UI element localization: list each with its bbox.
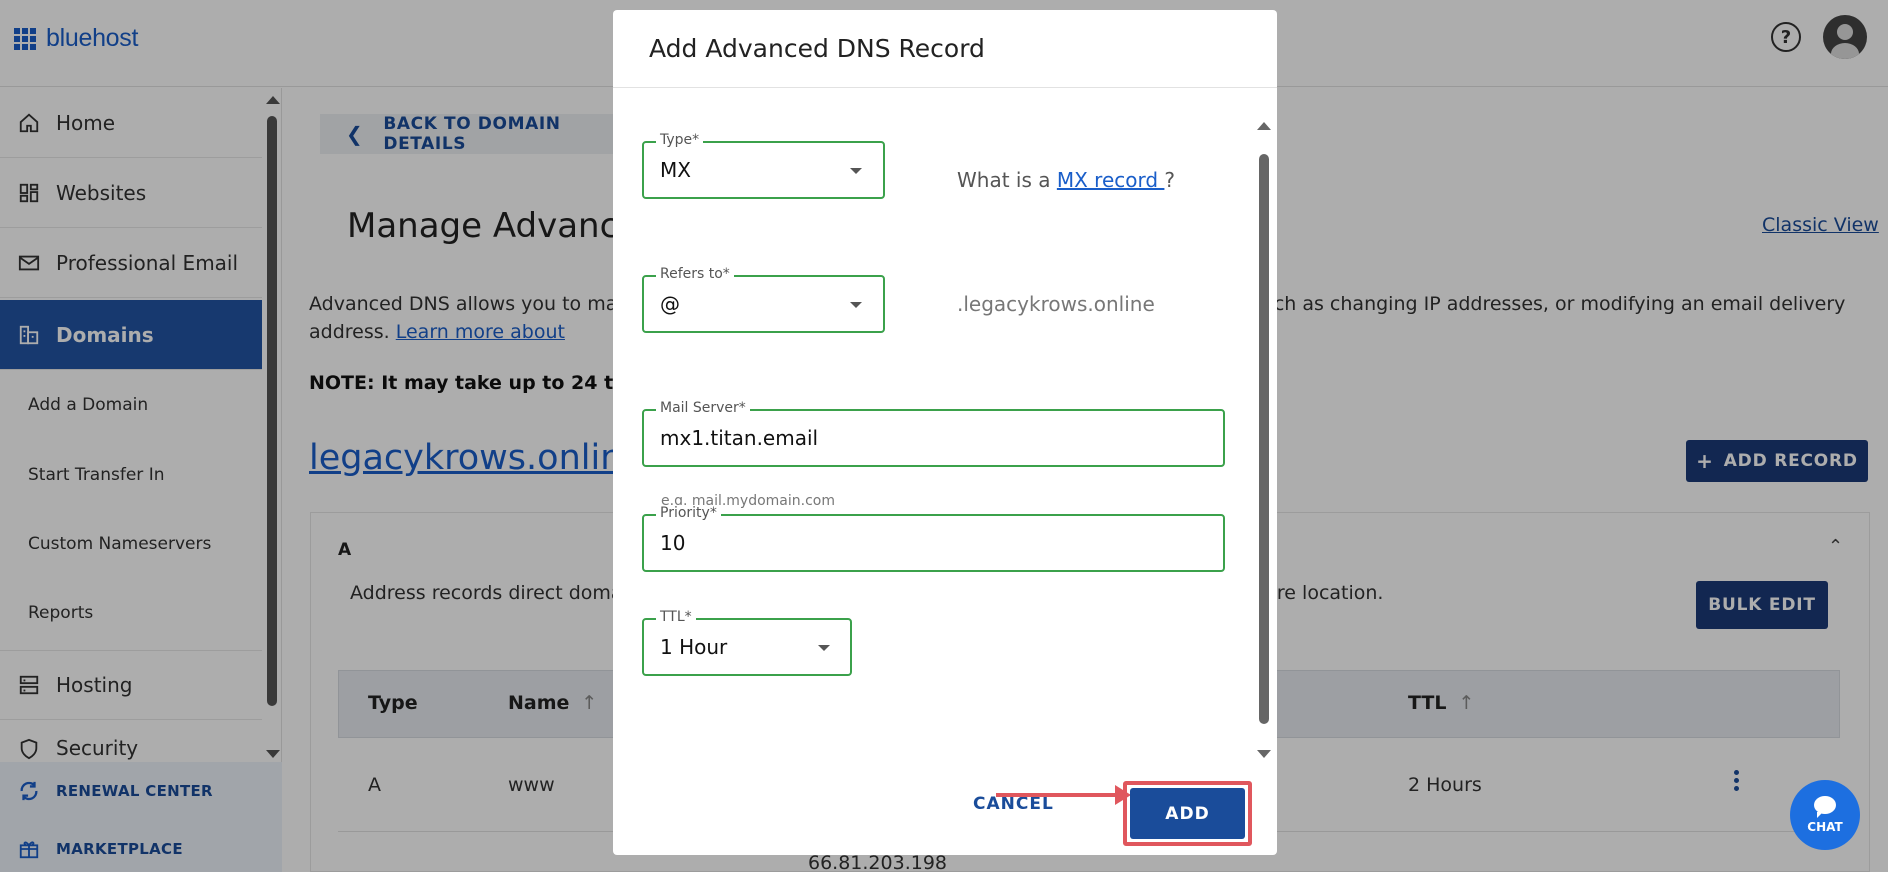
ttl-value: 1 Hour: [660, 635, 728, 659]
mail-server-label: Mail Server*: [656, 400, 750, 416]
add-dns-record-dialog: Add Advanced DNS Record Type* MX What is…: [613, 10, 1277, 855]
annotation-arrow-line: [996, 793, 1120, 797]
type-select[interactable]: Type* MX: [642, 132, 885, 199]
priority-input[interactable]: Priority* 10: [642, 505, 1225, 572]
scroll-down-arrow-icon[interactable]: [1257, 750, 1271, 758]
dialog-scrollbar[interactable]: [1257, 122, 1271, 762]
type-label: Type*: [656, 132, 704, 148]
refers-to-select[interactable]: Refers to* @: [642, 266, 885, 333]
add-button[interactable]: ADD: [1130, 788, 1245, 839]
type-value: MX: [660, 158, 691, 182]
ttl-select[interactable]: TTL* 1 Hour: [642, 609, 852, 676]
priority-label: Priority*: [656, 505, 721, 521]
dialog-divider: [613, 87, 1277, 88]
ttl-label: TTL*: [656, 609, 696, 625]
scroll-up-arrow-icon[interactable]: [1257, 122, 1271, 130]
dropdown-caret-icon: [818, 645, 830, 651]
chat-bubble-icon: [1814, 796, 1836, 818]
chat-button[interactable]: CHAT: [1790, 780, 1860, 850]
refers-label: Refers to*: [656, 266, 734, 282]
mail-server-value: mx1.titan.email: [660, 426, 819, 450]
chat-label: CHAT: [1807, 820, 1843, 834]
what-is-suffix: ?: [1164, 168, 1176, 192]
dialog-title: Add Advanced DNS Record: [649, 34, 985, 63]
mx-record-link[interactable]: MX record: [1057, 168, 1165, 192]
domain-suffix: .legacykrows.online: [957, 292, 1155, 316]
cancel-button[interactable]: CANCEL: [973, 794, 1054, 814]
scrollbar-thumb[interactable]: [1259, 154, 1269, 724]
what-is-mx-text: What is a MX record ?: [957, 168, 1175, 192]
mail-server-input[interactable]: Mail Server* mx1.titan.email: [642, 400, 1225, 467]
priority-value: 10: [660, 531, 686, 555]
refers-value: @: [660, 292, 680, 316]
dropdown-caret-icon: [850, 168, 862, 174]
what-is-prefix: What is a: [957, 168, 1051, 192]
dropdown-caret-icon: [850, 302, 862, 308]
